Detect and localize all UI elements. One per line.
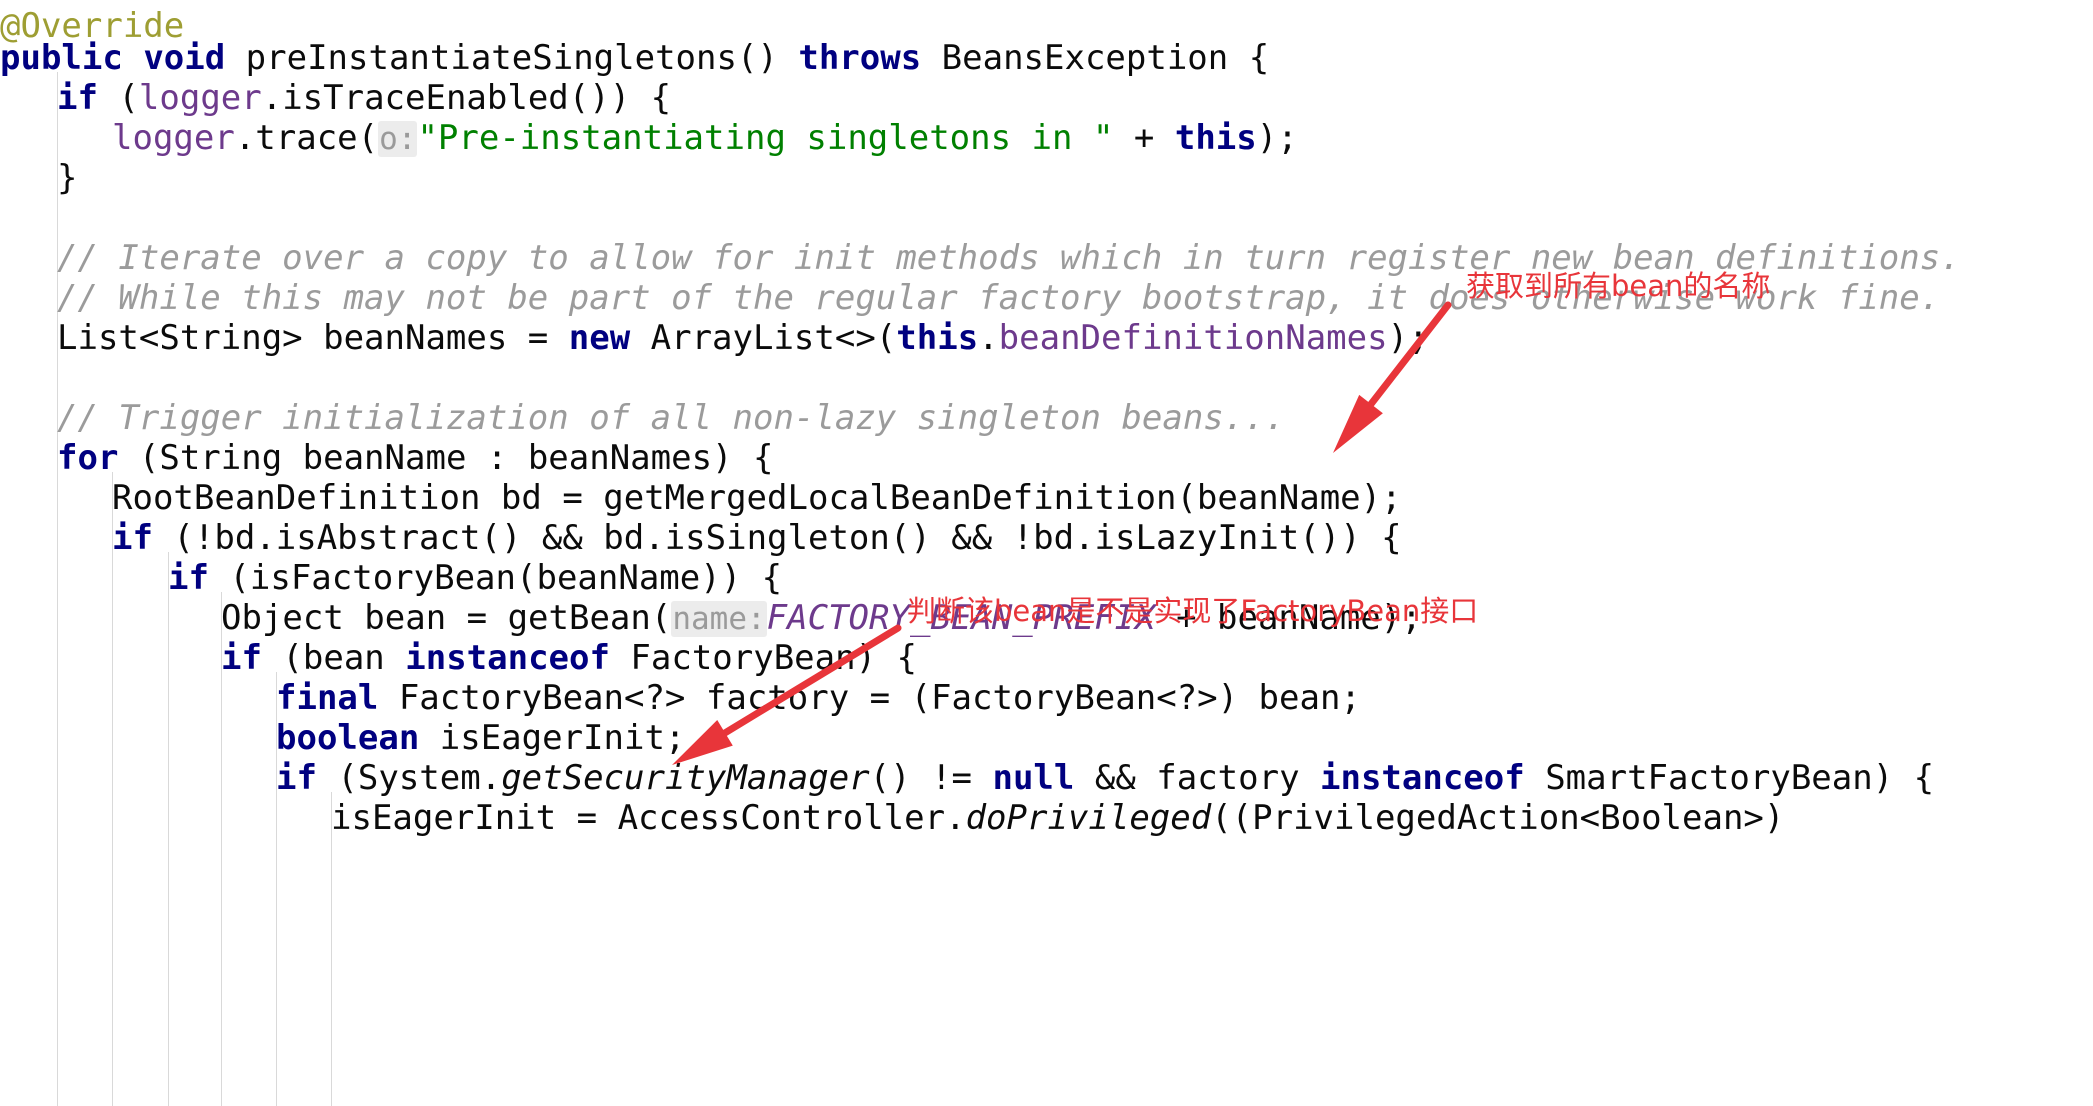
code-token-plain: + [1113,118,1175,158]
code-token-keyword: throws [798,38,922,78]
code-token-plain: ); [1256,118,1298,158]
code-editor-screenshot: @Override public void preInstantiateSingl… [0,0,2093,1106]
code-area[interactable]: @Override public void preInstantiateSingl… [0,0,2093,1106]
code-line-9[interactable]: List<String> beanNames = new ArrayList<>… [0,312,1429,365]
parameter-hint-badge[interactable]: o: [378,121,418,157]
code-token-plain: List<String> beanNames = [57,318,569,358]
annotation-bean-names-label: 获取到所有bean的名称 [1466,269,1771,303]
code-token-plain: isEagerInit = AccessController. [331,798,966,838]
code-token-plain: ((PrivilegedAction<Boolean>) [1211,798,1785,838]
code-token-this: this [896,318,979,358]
code-token-plain: ArrayList<>( [630,318,897,358]
code-token-this: this [1174,118,1257,158]
annotation-factory-bean-label: 判断该bean是不是实现了FactoryBean接口 [907,594,1479,628]
code-token-plain: .trace( [234,118,379,158]
code-line-4[interactable]: logger.trace(o:"Pre-instantiating single… [0,112,1298,165]
code-token-plain: } [57,158,78,198]
code-token-methoditalic: doPrivileged [965,798,1212,838]
code-token-field: beanDefinitionNames [998,318,1388,358]
code-token-string: "Pre-instantiating singletons in " [417,118,1114,158]
code-token-plain: ); [1387,318,1429,358]
code-token-keyword: new [568,318,631,358]
code-line-21[interactable]: isEagerInit = AccessController.doPrivile… [0,792,1784,845]
code-token-field: logger [112,118,235,158]
code-token-plain: BeansException { [921,38,1270,78]
code-token-plain: . [978,318,999,358]
